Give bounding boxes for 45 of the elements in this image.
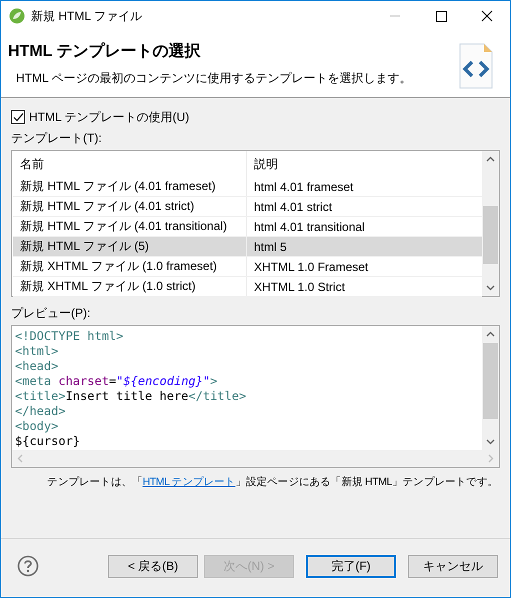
- page-title: HTML テンプレートの選択: [8, 41, 202, 62]
- table-cell-text: html 4.01 frameset: [253, 178, 354, 196]
- code-line: <title>Insert title here</title>: [15, 389, 246, 404]
- table-cell-text: XHTML 1.0 Strict: [253, 278, 346, 296]
- code-line: <!DOCTYPE html>: [15, 329, 124, 344]
- code-line: <head>: [15, 359, 58, 374]
- preview-label: プレビュー(P):: [11, 305, 92, 321]
- table-cell-text: html 4.01 transitional: [253, 218, 366, 236]
- dialog-button[interactable]: < 戻る(B): [108, 554, 198, 578]
- scrollbar-thumb[interactable]: [483, 206, 498, 264]
- code-line: ${cursor}: [15, 434, 80, 449]
- template-settings-link[interactable]: HTML テンプレート: [142, 476, 236, 488]
- table-cell: 新規 HTML ファイル (5): [13, 237, 247, 256]
- page-description: HTML ページの最初のコンテンツに使用するテンプレートを選択します。: [15, 70, 413, 87]
- template-row[interactable]: 新規 HTML ファイル (5) html 5: [13, 237, 482, 257]
- code-line: <meta charset="${encoding}">: [15, 374, 218, 389]
- template-row[interactable]: 新規 HTML ファイル (4.01 frameset) html 4.01 frameset: [13, 177, 482, 197]
- scrollbar[interactable]: [482, 151, 499, 296]
- scrollbar-thumb[interactable]: [483, 343, 498, 419]
- template-row[interactable]: 新規 HTML ファイル (4.01 strict) html 4.01 strict: [13, 197, 482, 217]
- table-cell: 新規 XHTML ファイル (1.0 frameset): [13, 257, 247, 276]
- table-cell-text: html 5: [253, 238, 288, 256]
- code-document-icon: [458, 42, 494, 90]
- dialog-button[interactable]: キャンセル: [408, 554, 498, 578]
- template-note: テンプレートは、「HTML テンプレート」設定ページにある「新規 HTML」テンプレートです。: [47, 475, 499, 490]
- templates-label: テンプレート(T):: [11, 130, 103, 146]
- template-row[interactable]: 新規 XHTML ファイル (1.0 frameset) XHTML 1.0 Frameset: [13, 257, 482, 277]
- template-row[interactable]: 新規 XHTML ファイル (1.0 strict) XHTML 1.0 Strict: [13, 277, 482, 297]
- code-line: <body>: [15, 419, 58, 434]
- table-cell: 新規 HTML ファイル (4.01 transitional): [13, 217, 247, 236]
- table-cell: 新規 XHTML ファイル (1.0 strict): [13, 277, 247, 296]
- table-cell-text: html 4.01 strict: [253, 198, 334, 216]
- column-header[interactable]: 名前: [13, 151, 247, 177]
- code-line: <html>: [15, 344, 58, 359]
- help-icon[interactable]: [17, 555, 39, 577]
- table-cell-text: XHTML 1.0 Frameset: [253, 258, 370, 276]
- checkmark-icon: [12, 112, 24, 122]
- dialog-button[interactable]: 完了(F): [306, 554, 396, 578]
- table-cell: 新規 HTML ファイル (4.01 strict): [13, 197, 247, 216]
- code-line: </head>: [15, 404, 66, 419]
- window-title: 新規 HTML ファイル: [31, 8, 142, 24]
- column-header[interactable]: 説明: [247, 151, 482, 177]
- use-template-checkbox[interactable]: HTML テンプレートの使用(U): [11, 108, 500, 126]
- leaf-icon: [9, 8, 25, 24]
- table-cell: 新規 HTML ファイル (4.01 frameset): [13, 177, 247, 196]
